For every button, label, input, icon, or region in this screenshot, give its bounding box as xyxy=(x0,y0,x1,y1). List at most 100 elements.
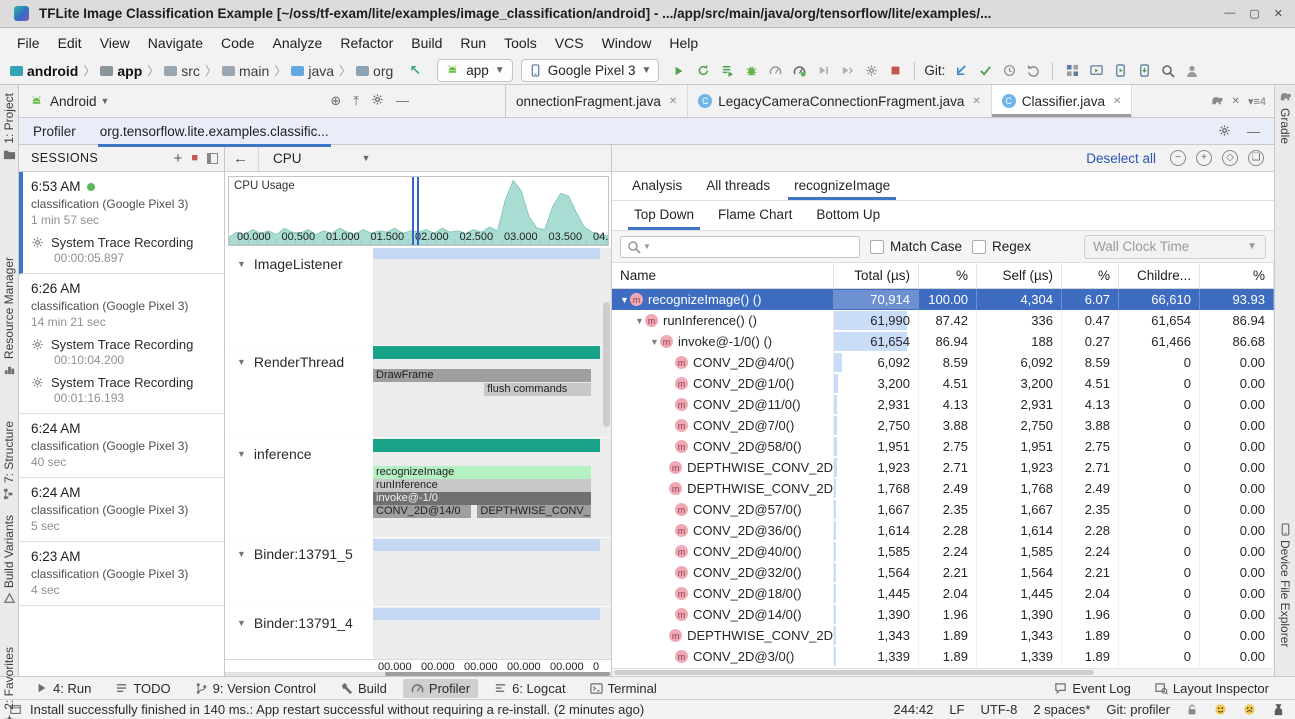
git-branch[interactable]: Git: profiler xyxy=(1106,702,1170,717)
git-history-button[interactable] xyxy=(997,60,1021,82)
table-row[interactable]: mCONV_2D@40/0()1,5852.241,5852.2400.00 xyxy=(612,541,1274,562)
trace-event-runinference[interactable]: runInference xyxy=(373,479,591,492)
table-row[interactable]: mCONV_2D@4/0()6,0928.596,0928.5900.00 xyxy=(612,352,1274,373)
trace-event[interactable] xyxy=(373,608,600,620)
thread-track-imagelistener[interactable]: ▼ImageListener xyxy=(225,247,612,345)
stripe-item-7-structure[interactable]: 7: Structure xyxy=(0,421,18,500)
menu-file[interactable]: File xyxy=(8,31,49,55)
sync-run-config-button[interactable] xyxy=(859,60,883,82)
navigate-back-icon[interactable]: ↖ xyxy=(403,60,427,82)
editor-tab-Classifier-java[interactable]: CClassifier.java✕ xyxy=(992,85,1133,117)
frown-icon[interactable] xyxy=(1243,703,1256,716)
sdk-manager-button[interactable] xyxy=(1132,60,1156,82)
cpu-usage-chart[interactable]: CPU Usage 00.00000.50001.00001.50002.000… xyxy=(228,176,609,246)
recording-item[interactable]: System Trace Recording xyxy=(31,337,216,352)
project-structure-button[interactable] xyxy=(1060,60,1084,82)
breadcrumb-org[interactable]: org xyxy=(356,63,393,79)
table-row[interactable]: mCONV_2D@36/0()1,6142.281,6142.2800.00 xyxy=(612,520,1274,541)
device-dropdown[interactable]: Google Pixel 3▼ xyxy=(521,59,660,82)
recording-item[interactable]: System Trace Recording xyxy=(31,375,216,390)
subtab-flame-chart[interactable]: Flame Chart xyxy=(710,202,800,230)
column-header[interactable]: Name xyxy=(612,263,834,288)
collapse-sessions-icon[interactable] xyxy=(207,153,218,164)
device-manager-button[interactable] xyxy=(1108,60,1132,82)
toolwindow-event-log[interactable]: Event Log xyxy=(1046,679,1139,698)
expand-thread-icon[interactable]: ▼ xyxy=(237,259,246,269)
line-separator[interactable]: LF xyxy=(949,702,964,717)
table-row[interactable]: mCONV_2D@1/0()3,2004.513,2004.5100.00 xyxy=(612,373,1274,394)
project-panel-header[interactable]: Android ▼ ⊕ ⤒ — xyxy=(19,85,506,117)
toolwindow-build[interactable]: Build xyxy=(332,679,395,698)
expand-thread-icon[interactable]: ▼ xyxy=(237,357,246,367)
column-header[interactable]: Self (µs) xyxy=(977,263,1062,288)
add-session-icon[interactable]: + xyxy=(174,150,183,167)
table-row[interactable]: mDEPTHWISE_CONV_2D1,3431.891,3431.8900.0… xyxy=(612,625,1274,646)
column-header[interactable]: Total (µs) xyxy=(834,263,919,288)
trace-event[interactable] xyxy=(373,539,600,551)
session-item[interactable]: 6:53 AMclassification (Google Pixel 3)1 … xyxy=(19,172,224,274)
filter-search-input[interactable]: ▼ xyxy=(620,236,860,258)
trace-event-flush-commands[interactable]: flush commands xyxy=(484,383,591,396)
column-header[interactable]: Childre... xyxy=(1119,263,1200,288)
column-header[interactable]: % xyxy=(1062,263,1119,288)
toolwindow-layout-inspector[interactable]: Layout Inspector xyxy=(1147,679,1277,698)
zoom-out-icon[interactable]: − xyxy=(1170,150,1186,166)
table-row[interactable]: mCONV_2D@18/0()1,4452.041,4452.0400.00 xyxy=(612,583,1274,604)
breadcrumb-app[interactable]: app xyxy=(100,63,142,79)
menu-build[interactable]: Build xyxy=(402,31,451,55)
file-encoding[interactable]: UTF-8 xyxy=(980,702,1017,717)
thread-track-binder-13791-4[interactable]: ▼Binder:13791_4 xyxy=(225,606,612,659)
close-tab-icon[interactable]: ✕ xyxy=(1113,96,1121,107)
profile-button[interactable] xyxy=(763,60,787,82)
status-message[interactable]: Install successfully finished in 140 ms.… xyxy=(30,702,644,717)
table-row[interactable]: mCONV_2D@7/0()2,7503.882,7503.8800.00 xyxy=(612,415,1274,436)
editor-tab-LegacyCameraConnectionFragment-java[interactable]: CLegacyCameraConnectionFragment.java✕ xyxy=(688,85,992,117)
profiler-hide-icon[interactable]: — xyxy=(1247,124,1260,139)
menu-run[interactable]: Run xyxy=(451,31,495,55)
table-row[interactable]: ▼mrunInference() ()61,99087.423360.4761,… xyxy=(612,310,1274,331)
menu-code[interactable]: Code xyxy=(212,31,263,55)
subtab-top-down[interactable]: Top Down xyxy=(626,202,702,230)
indent-config[interactable]: 2 spaces* xyxy=(1033,702,1090,717)
caret-position[interactable]: 244:42 xyxy=(894,702,934,717)
apply-changes-button[interactable] xyxy=(691,60,715,82)
stripe-item-resource-manager[interactable]: Resource Manager xyxy=(0,257,18,376)
thread-track-inference[interactable]: ▼inferencerecognizeImagerunInferenceinvo… xyxy=(225,437,612,537)
clock-mode-dropdown[interactable]: Wall Clock Time ▼ xyxy=(1084,235,1266,259)
expand-row-icon[interactable]: ▼ xyxy=(635,316,645,326)
git-update-button[interactable] xyxy=(949,60,973,82)
hidden-tabs-dropdown[interactable]: ▾≡4 xyxy=(1248,95,1266,108)
git-commit-button[interactable] xyxy=(973,60,997,82)
session-item[interactable]: 6:24 AMclassification (Google Pixel 3)5 … xyxy=(19,478,224,542)
toolwindow-9-version-control[interactable]: 9: Version Control xyxy=(187,679,324,698)
selection-line[interactable] xyxy=(417,177,419,245)
table-row[interactable]: ▼mrecognizeImage() ()70,914100.004,3046.… xyxy=(612,289,1274,310)
menu-tools[interactable]: Tools xyxy=(495,31,546,55)
table-row[interactable]: mCONV_2D@57/0()1,6672.351,6672.3500.00 xyxy=(612,499,1274,520)
lock-icon[interactable] xyxy=(1186,704,1198,716)
profile-avatar-button[interactable] xyxy=(1180,60,1204,82)
menu-refactor[interactable]: Refactor xyxy=(331,31,402,55)
smile-icon[interactable] xyxy=(1214,703,1227,716)
menu-navigate[interactable]: Navigate xyxy=(139,31,212,55)
table-row[interactable]: mCONV_2D@58/0()1,9512.751,9512.7500.00 xyxy=(612,436,1274,457)
run-config-dropdown[interactable]: app▼ xyxy=(437,59,512,82)
thread-track-renderthread[interactable]: ▼RenderThreadDrawFrameflush commands xyxy=(225,345,612,437)
table-row[interactable]: ▼minvoke@-1/0() ()61,65486.941880.2761,4… xyxy=(612,331,1274,352)
stop-session-icon[interactable]: ■ xyxy=(191,152,198,164)
analysis-tab-recognizeimage[interactable]: recognizeImage xyxy=(784,173,900,200)
close-tab-icon[interactable]: ✕ xyxy=(1232,96,1240,107)
selection-line[interactable] xyxy=(412,177,414,245)
deselect-all-link[interactable]: Deselect all xyxy=(1086,151,1156,166)
stripe-item-2-favorites[interactable]: 2: Favorites xyxy=(0,647,18,719)
expand-row-icon[interactable]: ▼ xyxy=(650,337,660,347)
toolwindow-profiler[interactable]: Profiler xyxy=(403,679,478,698)
zoom-to-selection-icon[interactable]: ❑ xyxy=(1248,150,1264,166)
stage-selector-dropdown[interactable]: CPU ▼ xyxy=(259,151,370,166)
stripe-item-device-file-explorer[interactable]: Device File Explorer xyxy=(1275,523,1295,647)
debug-button[interactable] xyxy=(739,60,763,82)
match-case-checkbox[interactable]: Match Case xyxy=(870,239,962,254)
editor-tab-onnectionFragment-java[interactable]: onnectionFragment.java✕ xyxy=(506,85,688,117)
attach-profiler-button[interactable] xyxy=(835,60,859,82)
project-view-selector[interactable]: Android xyxy=(50,94,97,109)
